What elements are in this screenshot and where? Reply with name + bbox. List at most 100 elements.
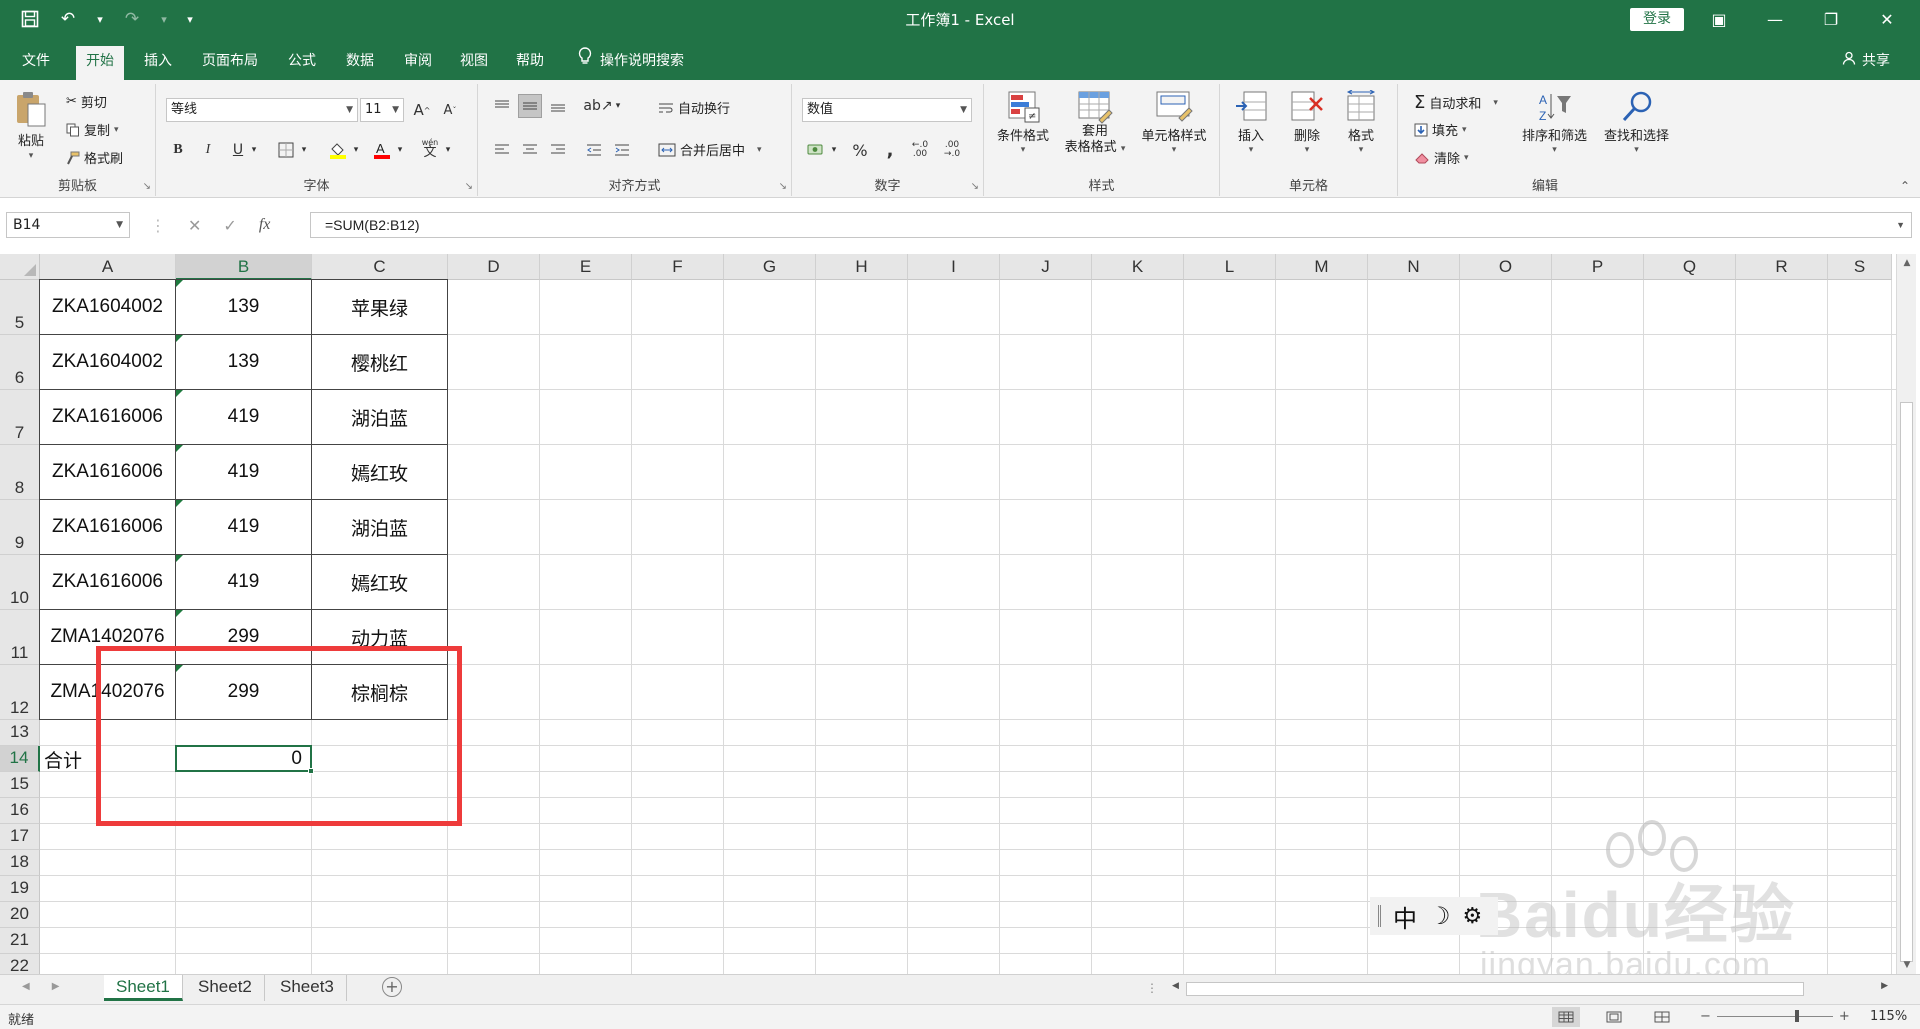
row-header-9[interactable]: 9 (0, 500, 40, 555)
gear-icon[interactable]: ⚙ (1463, 904, 1483, 929)
scroll-up-icon[interactable]: ▲ (1897, 258, 1917, 268)
column-header-d[interactable]: D (448, 254, 540, 280)
increase-indent-button[interactable] (610, 138, 634, 162)
sheet-tab-3[interactable]: Sheet3 (268, 975, 347, 1001)
cell-b7[interactable]: 419 (175, 389, 312, 445)
sort-filter-button[interactable]: AZ 排序和筛选 ▾ (1522, 90, 1587, 155)
row-header-5[interactable]: 5 (0, 280, 40, 335)
cell-b8[interactable]: 419 (175, 444, 312, 500)
fill-button[interactable]: 填充 ▾ (1414, 120, 1467, 139)
ime-mode-chinese[interactable]: 中 (1393, 899, 1417, 934)
row-header-13[interactable]: 13 (0, 720, 40, 746)
number-format-select[interactable]: 数值 ▼ (802, 98, 972, 122)
tab-home[interactable]: 开始 (76, 46, 124, 80)
phonetic-button[interactable]: wén 文 (418, 136, 442, 160)
underline-dropdown-icon[interactable]: ▾ (248, 138, 260, 162)
horizontal-scroll-thumb[interactable] (1186, 982, 1804, 996)
autosum-button[interactable]: Σ 自动求和 ▾ (1414, 92, 1498, 113)
column-header-a[interactable]: A (40, 254, 176, 280)
align-right-button[interactable] (546, 138, 570, 162)
font-color-button[interactable]: A (370, 138, 394, 162)
minimize-icon[interactable]: — (1752, 0, 1798, 38)
tab-formulas[interactable]: 公式 (278, 46, 326, 80)
clear-button[interactable]: 清除 ▾ (1414, 148, 1469, 167)
column-header-i[interactable]: I (908, 254, 1000, 280)
cell-b6[interactable]: 139 (175, 334, 312, 390)
insert-cells-button[interactable]: 插入 ▾ (1234, 90, 1268, 155)
zoom-knob[interactable] (1794, 1010, 1799, 1022)
column-header-f[interactable]: F (632, 254, 724, 280)
restore-icon[interactable]: ❐ (1808, 0, 1854, 38)
column-header-e[interactable]: E (540, 254, 632, 280)
cell-a7[interactable]: ZKA1616006 (39, 389, 176, 445)
conditional-formatting-button[interactable]: ≠ 条件格式 ▾ (992, 90, 1054, 155)
enter-icon[interactable]: ✓ (223, 216, 236, 235)
tab-page-layout[interactable]: 页面布局 (192, 46, 268, 80)
copy-button[interactable]: 复制 ▾ (66, 120, 119, 139)
cell-b9[interactable]: 419 (175, 499, 312, 555)
format-painter-button[interactable]: 格式刷 (66, 148, 123, 167)
formula-input[interactable]: =SUM(B2:B12) ▼ (310, 212, 1912, 238)
cell-c10[interactable]: 嫣红玫 (311, 554, 448, 610)
scroll-left-icon[interactable]: ◀ (1172, 981, 1179, 991)
find-select-button[interactable]: 查找和选择 ▾ (1604, 90, 1669, 155)
percent-button[interactable]: % (848, 138, 872, 162)
close-icon[interactable]: ✕ (1864, 0, 1910, 38)
ribbon-display-options-icon[interactable]: ▣ (1696, 0, 1742, 38)
sheet-tab-1[interactable]: Sheet1 (104, 975, 183, 1001)
column-header-o[interactable]: O (1460, 254, 1552, 280)
tell-me-search[interactable]: 操作说明搜索 (578, 46, 684, 76)
normal-view-icon[interactable] (1552, 1007, 1580, 1027)
expand-formula-icon[interactable]: ▼ (1896, 213, 1905, 237)
cell-c8[interactable]: 嫣红玫 (311, 444, 448, 500)
zoom-track[interactable] (1716, 1010, 1833, 1022)
tab-data[interactable]: 数据 (336, 46, 384, 80)
tab-split-handle[interactable]: ⋮ (1146, 981, 1158, 995)
merge-center-button[interactable]: 合并后居中 ▾ (658, 140, 762, 159)
font-color-dropdown-icon[interactable]: ▾ (394, 138, 406, 162)
accounting-dropdown-icon[interactable]: ▾ (828, 138, 840, 162)
alignment-launcher-icon[interactable]: ↘ (779, 181, 787, 192)
number-launcher-icon[interactable]: ↘ (971, 181, 979, 192)
login-button[interactable]: 登录 (1630, 8, 1684, 31)
next-sheet-icon[interactable]: ▶ (52, 981, 60, 992)
cell-a6[interactable]: ZKA1604002 (39, 334, 176, 390)
column-header-m[interactable]: M (1276, 254, 1368, 280)
page-break-view-icon[interactable] (1648, 1007, 1676, 1027)
increase-font-size-button[interactable]: A ^ (410, 98, 434, 122)
scroll-down-icon[interactable]: ▼ (1897, 960, 1917, 970)
wrap-text-button[interactable]: 自动换行 (658, 98, 730, 117)
sheet-tab-2[interactable]: Sheet2 (186, 975, 265, 1001)
bold-button[interactable]: B (166, 138, 190, 162)
row-header-14[interactable]: 14 (0, 746, 40, 772)
column-header-p[interactable]: P (1552, 254, 1644, 280)
name-box[interactable]: B14 ▼ (6, 212, 130, 238)
row-header-17[interactable]: 17 (0, 824, 40, 850)
column-header-k[interactable]: K (1092, 254, 1184, 280)
row-header-21[interactable]: 21 (0, 928, 40, 954)
prev-sheet-icon[interactable]: ◀ (22, 981, 30, 992)
cell-a10[interactable]: ZKA1616006 (39, 554, 176, 610)
column-header-l[interactable]: L (1184, 254, 1276, 280)
row-header-15[interactable]: 15 (0, 772, 40, 798)
row-header-8[interactable]: 8 (0, 445, 40, 500)
font-size-select[interactable]: 11 ▼ (360, 98, 404, 122)
column-header-g[interactable]: G (724, 254, 816, 280)
fill-color-button[interactable] (326, 138, 350, 162)
align-middle-button[interactable] (518, 94, 542, 118)
tab-insert[interactable]: 插入 (134, 46, 182, 80)
comma-button[interactable]: , (878, 138, 902, 162)
tab-view[interactable]: 视图 (450, 46, 498, 80)
column-header-h[interactable]: H (816, 254, 908, 280)
share-button[interactable]: 共享 (1842, 46, 1890, 76)
align-left-button[interactable] (490, 138, 514, 162)
orientation-button[interactable]: ab↗ (583, 94, 612, 118)
decrease-font-size-button[interactable]: Aˇ (438, 98, 462, 122)
borders-dropdown-icon[interactable]: ▾ (298, 138, 310, 162)
delete-cells-button[interactable]: 删除 ▾ (1290, 90, 1324, 155)
ime-grip[interactable] (1378, 905, 1381, 927)
column-header-r[interactable]: R (1736, 254, 1828, 280)
cell-b5[interactable]: 139 (175, 279, 312, 335)
column-header-s[interactable]: S (1828, 254, 1892, 280)
decrease-decimal-button[interactable]: .00 →.0 (940, 138, 964, 162)
